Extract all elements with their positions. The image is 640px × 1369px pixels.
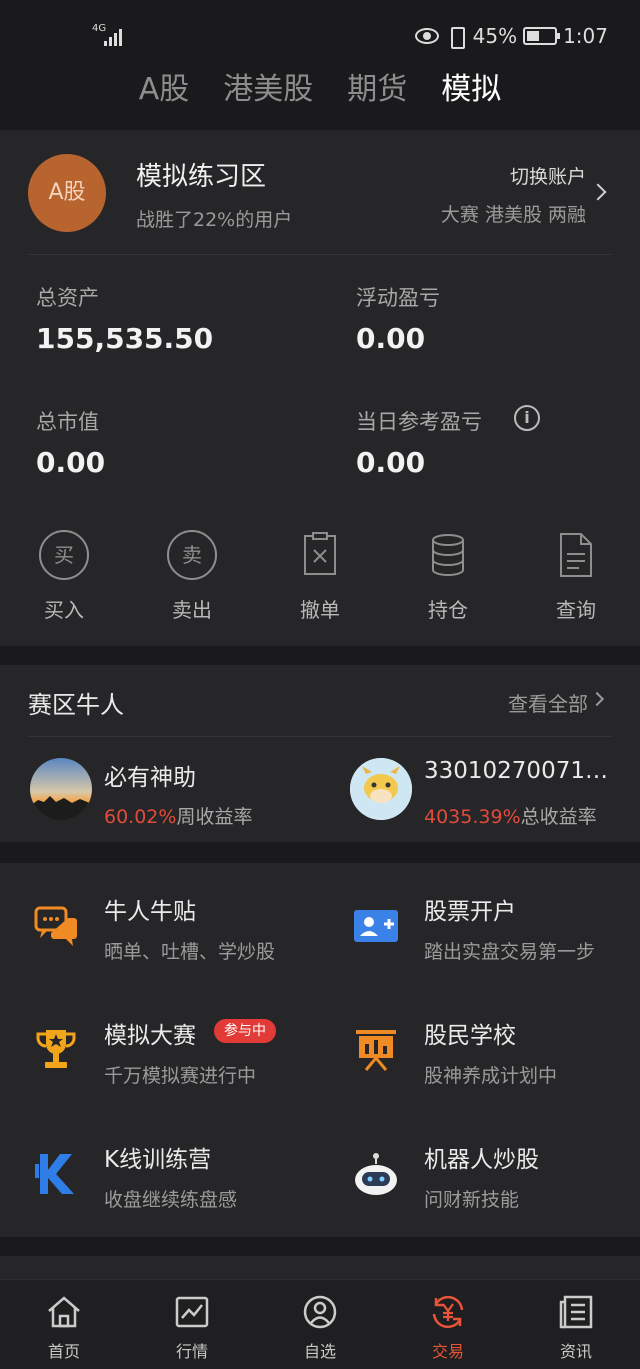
feature-title[interactable]: 股民学校 <box>424 1016 516 1050</box>
nav-trade-label: 交易 <box>431 1342 464 1361</box>
market-value-label: 总市值 <box>36 410 99 434</box>
add-contact-icon <box>352 902 400 950</box>
buy-icon: 买 <box>39 530 89 580</box>
trader-avatar[interactable] <box>30 758 92 820</box>
info-icon[interactable]: i <box>514 405 540 431</box>
trophy-icon <box>32 1026 80 1074</box>
feature-subtitle: 千万模拟赛进行中 <box>104 1065 257 1087</box>
top-traders-title: 赛区牛人 <box>28 691 124 719</box>
signal-icon <box>104 26 126 46</box>
participating-badge: 参与中 <box>214 1019 276 1043</box>
daily-pl-value: 0.00 <box>356 446 426 479</box>
next-card-edge <box>0 1256 640 1279</box>
tab-futures[interactable]: 期货 <box>347 66 407 114</box>
feature-title[interactable]: 机器人炒股 <box>424 1140 539 1174</box>
bottom-nav: 首页 行情 自选 交易 资讯 <box>0 1279 640 1369</box>
account-avatar: A股 <box>28 154 106 232</box>
status-right: 45% 1:07 <box>414 24 608 49</box>
document-icon <box>551 530 601 580</box>
eye-comfort-icon <box>414 28 439 44</box>
market-value-value: 0.00 <box>36 446 106 479</box>
account-title: 模拟练习区 <box>136 162 267 192</box>
database-icon <box>423 530 473 580</box>
vibrate-icon <box>445 26 467 49</box>
trader-name[interactable]: 330102700713... <box>424 758 620 784</box>
news-icon <box>556 1292 596 1332</box>
feature-title[interactable]: 模拟大赛 <box>104 1016 196 1050</box>
nav-home-label: 首页 <box>47 1342 80 1361</box>
sell-label: 卖出 <box>172 598 212 622</box>
home-icon <box>44 1292 84 1332</box>
query-button[interactable]: 查询 <box>521 530 631 623</box>
query-label: 查询 <box>556 598 596 622</box>
nav-trade[interactable]: 交易 <box>384 1280 512 1369</box>
divider <box>28 736 612 737</box>
floating-pl-label: 浮动盈亏 <box>356 286 440 310</box>
trader-return-pct: 60.02% <box>104 806 177 828</box>
battery-icon <box>523 27 561 45</box>
trader-return-metric: 周收益率 <box>176 806 253 828</box>
feature-title[interactable]: 股票开户 <box>424 892 516 926</box>
feature-subtitle: 股神养成计划中 <box>424 1065 558 1087</box>
nav-market-label: 行情 <box>175 1342 208 1361</box>
user-circle-icon <box>300 1292 340 1332</box>
feature-title[interactable]: 牛人牛贴 <box>104 892 196 926</box>
tab-simulation[interactable]: 模拟 <box>441 66 501 114</box>
feature-subtitle: 收盘继续练盘感 <box>104 1189 238 1211</box>
nav-watchlist[interactable]: 自选 <box>256 1280 384 1369</box>
cancel-order-icon <box>295 530 345 580</box>
total-assets-label: 总资产 <box>36 286 99 310</box>
cancel-order-button[interactable]: 撤单 <box>265 530 375 623</box>
features-card <box>0 863 640 1237</box>
presentation-board-icon <box>352 1026 400 1074</box>
see-all-link[interactable]: 查看全部 <box>508 688 588 717</box>
tab-a-shares[interactable]: A股 <box>139 66 190 114</box>
nav-market[interactable]: 行情 <box>128 1280 256 1369</box>
daily-pl-label: 当日参考盈亏 <box>356 410 482 434</box>
buy-label: 买入 <box>44 598 84 622</box>
feature-subtitle: 晒单、吐槽、学炒股 <box>104 941 276 963</box>
switch-account-button[interactable]: 切换账户 <box>510 162 586 189</box>
nav-news[interactable]: 资讯 <box>512 1280 640 1369</box>
chat-bubbles-icon <box>32 902 80 950</box>
battery-percent: 45% <box>472 24 518 48</box>
floating-pl-value: 0.00 <box>356 322 426 355</box>
buy-button[interactable]: 买 买入 <box>9 530 119 623</box>
trader-stat: 4035.39%总收益率 <box>424 802 597 829</box>
trader-name[interactable]: 必有神助 <box>104 758 304 792</box>
feature-title[interactable]: K线训练营 <box>104 1140 211 1174</box>
tab-hk-us-stocks[interactable]: 港美股 <box>223 66 313 114</box>
nav-watchlist-label: 自选 <box>303 1342 336 1361</box>
trader-return-pct: 4035.39% <box>424 806 521 828</box>
feature-subtitle: 问财新技能 <box>424 1189 520 1211</box>
account-subtitle: 战胜了22%的用户 <box>136 209 293 231</box>
switch-account-options: 大赛 港美股 两融 <box>440 204 586 226</box>
divider <box>28 254 612 255</box>
trend-chart-icon <box>172 1292 212 1332</box>
total-assets-value: 155,535.50 <box>36 322 214 355</box>
market-tabs: A股 港美股 期货 模拟 <box>0 66 640 114</box>
robot-icon <box>352 1150 400 1198</box>
clock: 1:07 <box>563 24 608 48</box>
status-bar: 4G 45% 1:07 <box>0 0 640 72</box>
nav-news-label: 资讯 <box>559 1342 592 1361</box>
trader-stat: 60.02%周收益率 <box>104 802 252 829</box>
positions-button[interactable]: 持仓 <box>393 530 503 623</box>
k-letter-icon <box>32 1150 80 1198</box>
cancel-order-label: 撤单 <box>300 598 340 622</box>
sell-icon: 卖 <box>167 530 217 580</box>
feature-subtitle: 踏出实盘交易第一步 <box>424 941 596 963</box>
trader-avatar[interactable] <box>350 758 412 820</box>
sell-button[interactable]: 卖 卖出 <box>137 530 247 623</box>
yuan-exchange-icon <box>428 1292 468 1332</box>
nav-home[interactable]: 首页 <box>0 1280 128 1369</box>
positions-label: 持仓 <box>428 598 468 622</box>
trader-return-metric: 总收益率 <box>520 806 597 828</box>
